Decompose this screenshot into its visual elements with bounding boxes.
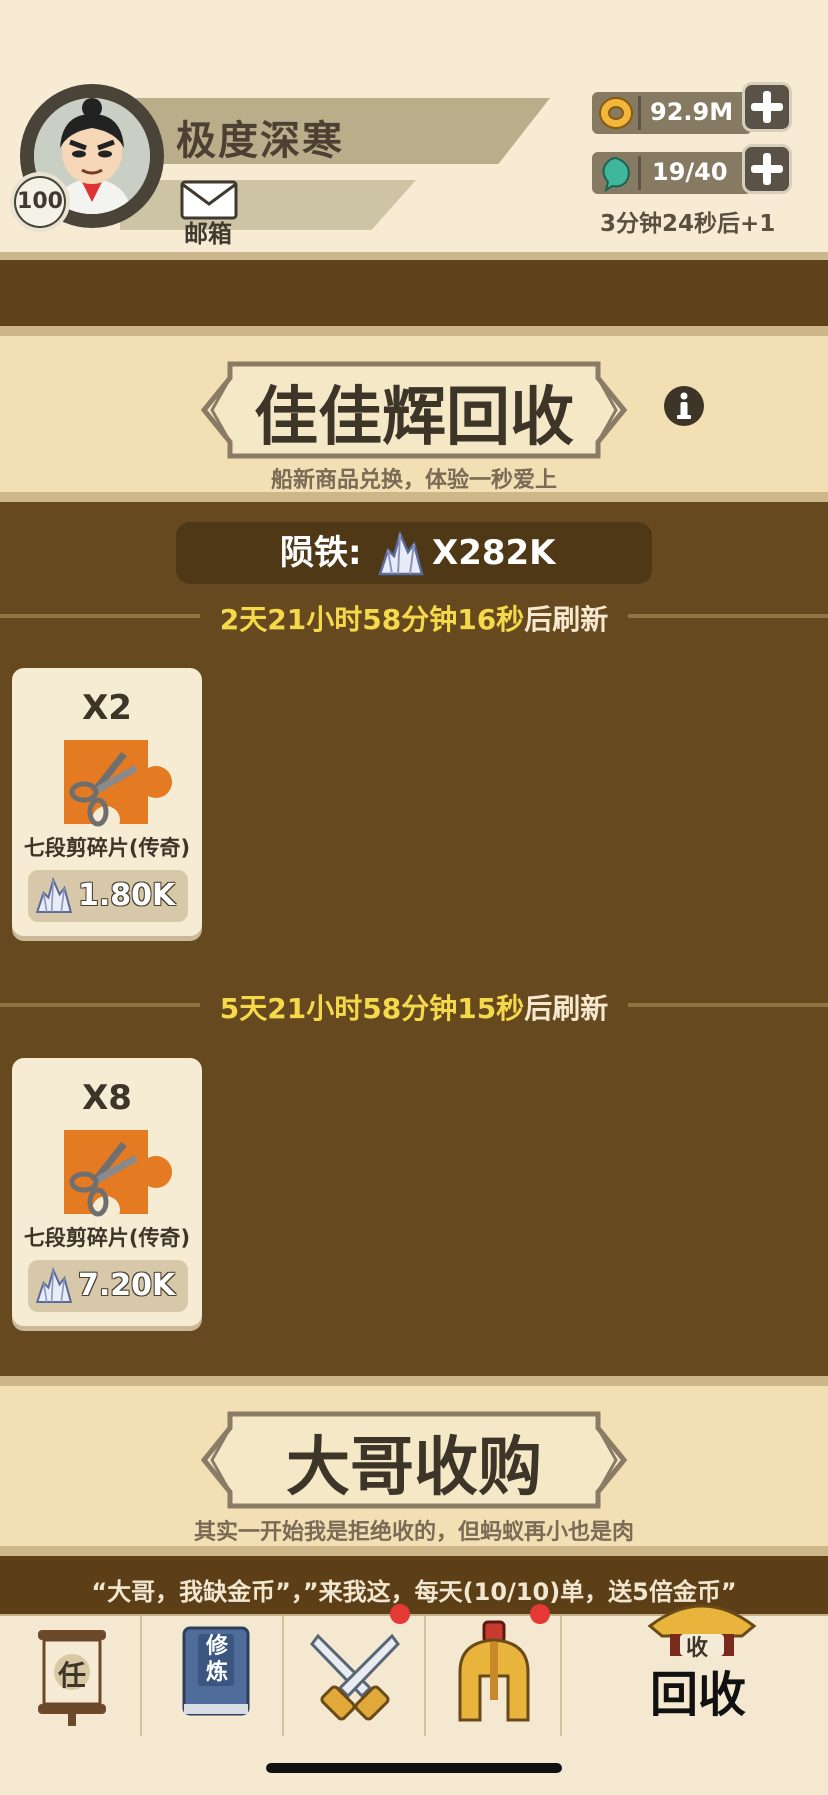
offer-item-name: 七段剪碎片(传奇) xyxy=(23,836,191,860)
energy-divider xyxy=(638,156,641,190)
buyback-band-top-edge xyxy=(0,1376,828,1386)
crossed-swords-icon xyxy=(310,1633,400,1721)
cultivate-label: 修炼 xyxy=(206,1634,229,1685)
add-energy-button[interactable] xyxy=(742,144,792,194)
buyback-subtitle: 其实一开始我是拒绝收的，但蚂蚁再小也是肉 xyxy=(193,1520,634,1545)
mail-banner xyxy=(120,180,416,230)
add-gold-button[interactable] xyxy=(742,82,792,132)
energy-drop-icon xyxy=(598,154,634,196)
info-button[interactable] xyxy=(662,384,706,432)
buyback-band-bottom-edge xyxy=(0,1546,828,1556)
recycle-subtitle: 船新商品兑换，体验一秒爱上 xyxy=(270,468,557,493)
offer-quantity: X8 xyxy=(82,1078,132,1118)
currency-label: 陨铁: xyxy=(280,533,362,573)
header-strip xyxy=(0,260,828,326)
nav-cultivate[interactable]: 修炼 xyxy=(142,1618,282,1734)
offer-quantity: X2 xyxy=(82,688,132,728)
offer-price: 7.20K xyxy=(78,1268,176,1303)
buyback-title: 大哥收购 xyxy=(286,1431,542,1505)
recycle-title: 佳佳辉回收 xyxy=(254,381,574,455)
refresh-timer-suffix: 后刷新 xyxy=(524,603,609,636)
refresh-timer: 5天21小时58分钟15秒后刷新 xyxy=(0,987,828,1027)
gold-divider xyxy=(638,96,641,130)
tasks-label: 任 xyxy=(57,1659,86,1692)
nav-battle[interactable] xyxy=(284,1618,424,1734)
notification-dot xyxy=(530,1604,550,1624)
plus-icon xyxy=(751,91,783,123)
plus-icon xyxy=(751,153,783,185)
energy-regen-timer: 3分钟24秒后+1 xyxy=(600,211,776,237)
energy-value: 19/40 xyxy=(652,158,728,186)
mail-label: 邮箱 xyxy=(184,220,232,248)
notification-dot xyxy=(390,1604,410,1624)
offer-price: 1.80K xyxy=(78,878,176,913)
recycle-label: 回收 xyxy=(650,1667,747,1723)
offer-item-name: 七段剪碎片(传奇) xyxy=(23,1226,191,1250)
refresh-timer-value: 2天21小时58分钟16秒 xyxy=(219,603,525,636)
header-divider xyxy=(0,252,828,260)
refresh-timer: 2天21小时58分钟16秒后刷新 xyxy=(0,598,828,638)
nav-equipment[interactable] xyxy=(426,1618,560,1734)
recycle-band-top-edge xyxy=(0,326,828,336)
helmet-icon xyxy=(458,1620,530,1722)
refresh-timer-value: 5天21小时58分钟15秒 xyxy=(219,992,525,1025)
nav-tasks[interactable]: 任 xyxy=(0,1618,140,1734)
info-icon xyxy=(664,386,704,426)
scissors-fragment-icon xyxy=(64,1130,174,1224)
gold-value: 92.9M xyxy=(650,98,734,126)
meteor-iron-icon xyxy=(34,876,74,920)
gold-coin-icon xyxy=(596,94,636,136)
level-badge: 100 xyxy=(16,178,64,226)
meteor-iron-icon xyxy=(34,1266,74,1310)
scissors-fragment-icon xyxy=(64,740,174,834)
home-indicator[interactable] xyxy=(266,1763,562,1773)
refresh-timer-suffix: 后刷新 xyxy=(524,992,609,1025)
player-name: 极度深寒 xyxy=(176,118,344,164)
currency-amount: X282K xyxy=(432,533,556,573)
meteor-iron-icon xyxy=(376,530,426,582)
